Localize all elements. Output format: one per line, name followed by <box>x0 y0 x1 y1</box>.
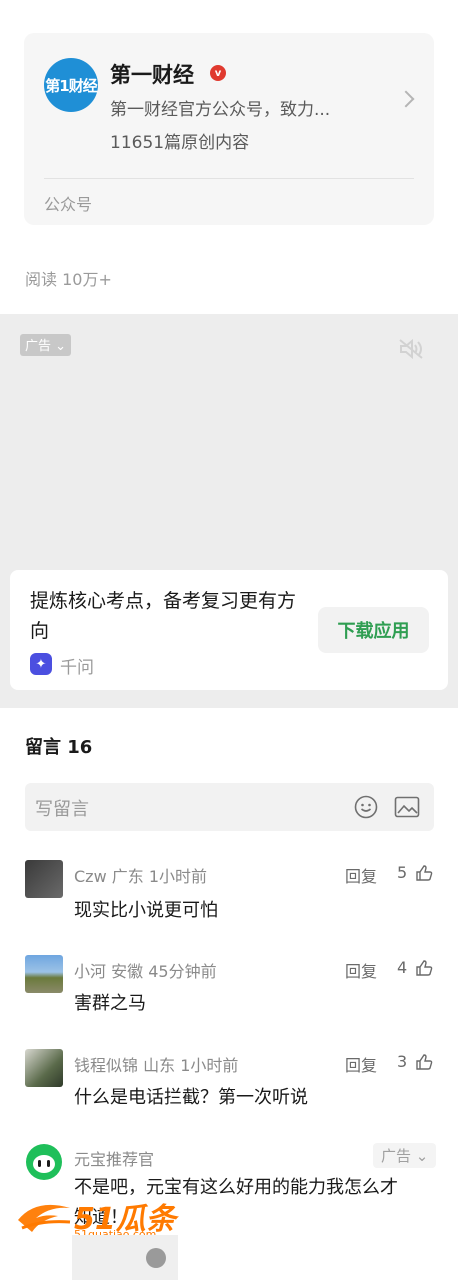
promoted-ad-tag[interactable]: 广告 ⌄ <box>373 1143 437 1168</box>
comment-placeholder: 写留言 <box>35 799 89 820</box>
like-button[interactable]: 4 <box>397 958 407 977</box>
like-count: 5 <box>397 863 408 882</box>
comment-text: 现实比小说更可怕 <box>74 900 218 921</box>
ad-tag-label: 广告 <box>25 339 52 354</box>
avatar[interactable] <box>25 1049 63 1087</box>
divider <box>44 178 414 179</box>
ad-card[interactable]: 提炼核心考点，备考复习更有方向 ✦ 千问 下载应用 <box>10 570 448 690</box>
account-name: 第一财经 <box>110 63 194 87</box>
comment-text: 害群之马 <box>74 993 146 1014</box>
reply-button[interactable]: 回复 <box>345 863 377 887</box>
verified-badge-icon: v <box>210 65 226 81</box>
account-description: 第一财经官方公众号，致力... <box>110 100 331 120</box>
account-type-label: 公众号 <box>44 195 93 214</box>
download-app-button[interactable]: 下载应用 <box>318 607 429 653</box>
comment-meta: 钱程似锦 山东 1小时前 <box>74 1052 238 1076</box>
like-button[interactable]: 3 <box>397 1052 407 1071</box>
thumbs-up-icon[interactable] <box>415 864 433 882</box>
account-card[interactable]: 第1财经 第一财经 v 第一财经官方公众号，致力... 11651篇原创内容 公… <box>24 33 434 225</box>
thumbs-up-icon[interactable] <box>415 1053 433 1071</box>
comment-user[interactable]: 元宝推荐官 <box>74 1146 154 1170</box>
qianwen-app-icon: ✦ <box>30 653 52 675</box>
comment-meta: Czw 广东 1小时前 <box>74 863 207 887</box>
comment-user[interactable]: Czw <box>74 867 107 886</box>
emoji-icon[interactable] <box>354 795 378 819</box>
comment-location: 广东 <box>111 867 144 886</box>
comment-item[interactable]: 小河 安徽 45分钟前 害群之马 回复 4 <box>25 955 434 1015</box>
account-original-count: 11651篇原创内容 <box>110 133 250 153</box>
chevron-down-icon: ⌄ <box>411 1147 429 1165</box>
chevron-down-icon: ⌄ <box>51 339 67 354</box>
comment-user[interactable]: 小河 <box>74 962 106 981</box>
comment-location: 安徽 <box>111 962 144 981</box>
image-icon[interactable] <box>394 796 420 818</box>
ad-tag[interactable]: 广告 ⌄ <box>20 334 72 356</box>
like-count: 4 <box>397 958 408 977</box>
avatar[interactable] <box>25 955 63 993</box>
mute-icon[interactable] <box>398 338 424 360</box>
account-logo: 第1财经 <box>44 58 98 112</box>
yuanbao-avatar-icon[interactable] <box>25 1143 63 1181</box>
comment-text: 什么是电话拦截？第一次听说 <box>74 1087 308 1108</box>
comment-item[interactable]: Czw 广东 1小时前 现实比小说更可怕 回复 5 <box>25 860 434 921</box>
thumbs-up-icon[interactable] <box>415 959 433 977</box>
write-comment-input[interactable]: 写留言 <box>25 783 434 831</box>
comment-time: 1小时前 <box>180 1056 239 1075</box>
comments-title: 留言 16 <box>25 737 93 758</box>
like-count: 3 <box>397 1052 408 1071</box>
comment-item[interactable]: 钱程似锦 山东 1小时前 什么是电话拦截？第一次听说 回复 3 <box>25 1049 434 1109</box>
ad-title: 提炼核心考点，备考复习更有方向 <box>30 590 297 642</box>
reply-button[interactable]: 回复 <box>345 958 377 982</box>
promoted-ad-tag-label: 广告 <box>381 1147 412 1165</box>
read-count: 阅读 10万+ <box>25 270 112 289</box>
reply-button[interactable]: 回复 <box>345 1052 377 1076</box>
avatar[interactable] <box>25 860 63 898</box>
ad-block[interactable]: 广告 ⌄ 提炼核心考点，备考复习更有方向 ✦ 千问 下载应用 <box>0 314 458 708</box>
like-button[interactable]: 5 <box>397 863 407 882</box>
comment-time: 45分钟前 <box>148 962 217 981</box>
comment-time: 1小时前 <box>148 867 208 886</box>
comment-user[interactable]: 钱程似锦 <box>74 1056 138 1075</box>
expand-icon[interactable] <box>146 1248 166 1268</box>
chevron-right-icon <box>397 90 415 108</box>
ad-app-name: 千问 <box>60 658 94 678</box>
comment-meta: 小河 安徽 45分钟前 <box>74 958 217 982</box>
comment-location: 山东 <box>143 1056 176 1075</box>
